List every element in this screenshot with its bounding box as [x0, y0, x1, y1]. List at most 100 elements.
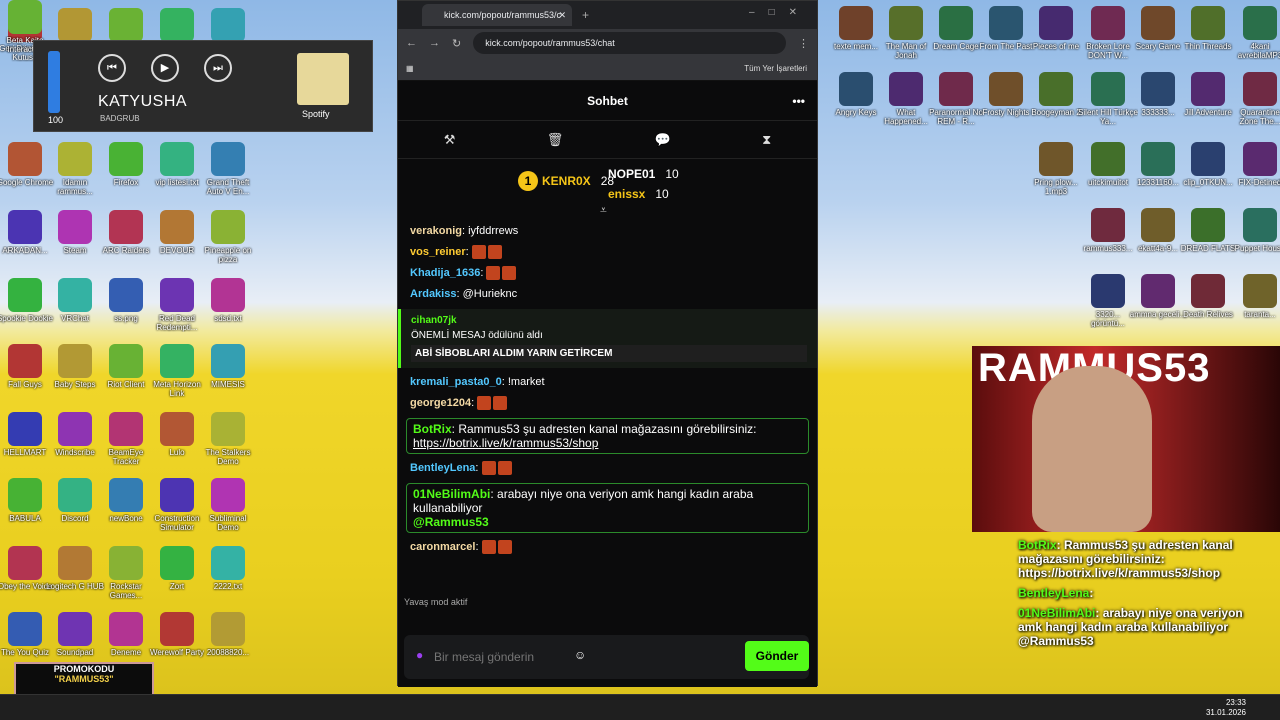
chat-username[interactable]: 01NeBilimAbi [413, 487, 490, 501]
emote [497, 461, 512, 476]
desktop-icon[interactable]: Pring plow... 1.mp3 [1026, 142, 1086, 196]
hammer-icon[interactable]: ⚒ [444, 132, 456, 148]
chat-input[interactable] [434, 645, 584, 669]
desktop-icon[interactable]: MIMESIS [198, 344, 258, 398]
chat-username[interactable]: vos_reiner [410, 246, 466, 258]
desktop-icon-label: 4kani avrebilaMP3 [1237, 42, 1280, 60]
next-icon[interactable]: ⏭ [204, 54, 232, 82]
app-icon [8, 0, 42, 34]
reward-user[interactable]: cihan07jk [411, 315, 807, 326]
chat-username[interactable]: Khadija_1636 [410, 267, 480, 279]
app-icon [989, 72, 1023, 106]
app-icon [58, 278, 92, 312]
spotify-label: Spotify [302, 109, 330, 119]
desktop-icon[interactable]: Thin Threads [1178, 6, 1238, 60]
trash-icon[interactable]: 🗑 [547, 132, 564, 148]
desktop-icon[interactable]: 20088820... [198, 612, 258, 666]
new-tab-icon[interactable]: + [582, 8, 589, 22]
app-icon [160, 546, 194, 580]
desktop-icon[interactable]: DREAD FLATS [1178, 208, 1238, 262]
chat-bubble-icon[interactable]: 💬 [655, 132, 671, 148]
address-bar-row: ← → ↻ kick.com/popout/rammus53/chat ⋮ [398, 29, 817, 57]
tab-title: kick.com/popout/rammus53/c [444, 10, 562, 20]
app-icon [160, 278, 194, 312]
overlay-user: 01NeBilimAbi [1018, 606, 1096, 620]
clock[interactable]: 23:33 31.01.2026 [1206, 698, 1246, 718]
menu-icon[interactable]: ⋮ [798, 37, 809, 50]
mention[interactable]: @Rammus53 [413, 515, 802, 529]
app-icon [58, 142, 92, 176]
apps-icon[interactable]: ▦ [406, 64, 414, 73]
desktop-icon[interactable]: Grand Theft Auto V En... [198, 142, 258, 196]
browser-tab[interactable]: kick.com/popout/rammus53/c ✕ [422, 4, 572, 26]
chat-menu-icon[interactable]: ••• [792, 81, 805, 121]
leaderboard-entry: 1 KENR0X 28 [518, 171, 614, 191]
app-icon [211, 278, 245, 312]
app-icon [211, 8, 245, 42]
send-button[interactable]: Gönder [745, 641, 809, 671]
previous-icon[interactable]: ⏮ [98, 54, 126, 82]
close-tab-icon[interactable]: ✕ [558, 4, 566, 26]
all-bookmarks[interactable]: Tüm Yer İşaretleri [744, 57, 807, 81]
desktop-icon[interactable]: Jill Adventure [1178, 72, 1238, 126]
desktop-icon[interactable]: sdsd.txt [198, 278, 258, 332]
desktop-icon-label: Death Relives [1183, 310, 1233, 319]
play-icon[interactable]: ▶ [151, 54, 179, 82]
desktop-icon[interactable]: taranta... [1230, 274, 1280, 328]
app-icon [1191, 208, 1225, 242]
emoji-icon[interactable]: ☺ [574, 648, 586, 662]
collapse-icon[interactable]: ⩡ [600, 203, 607, 218]
chat-username[interactable]: Ardakiss [410, 288, 456, 300]
app-icon [160, 612, 194, 646]
app-icon [8, 210, 42, 244]
leaderboard-name: NOPE01 [608, 167, 656, 181]
overlay-message: BentleyLena: [1018, 586, 1094, 600]
forward-icon[interactable]: → [429, 37, 440, 49]
reload-icon[interactable]: ↻ [452, 37, 461, 50]
desktop-icon[interactable]: Pineapple on pizza [198, 210, 258, 264]
volume-bar[interactable] [48, 51, 60, 113]
chat-username[interactable]: verakonig [410, 225, 462, 237]
desktop-icon[interactable]: Quarantine Zone The... [1230, 72, 1280, 126]
mic-icon[interactable]: ● [416, 648, 423, 662]
desktop-icon[interactable]: Puppet House [1230, 208, 1280, 262]
desktop-icon[interactable]: Subliminal Demo [198, 478, 258, 532]
window-controls[interactable]: –□✕ [749, 7, 811, 18]
chat-username[interactable]: BentleyLena [410, 462, 475, 474]
hourglass-icon[interactable]: ⧗ [762, 132, 771, 148]
chat-username[interactable]: george1204 [410, 397, 471, 409]
chat-input-bar: ● ☺ Gönder [404, 635, 809, 679]
reward-highlight: cihan07jk ÖNEMLİ MESAJ ödülünü aldı ABİ Sİ… [398, 309, 817, 368]
url-field[interactable]: kick.com/popout/rammus53/chat [473, 32, 786, 54]
desktop-icon[interactable]: 4kani avrebilaMP3 [1230, 6, 1280, 60]
desktop-icon[interactable]: Death Relives [1178, 274, 1238, 328]
desktop-icon[interactable]: FIX-Detined [1230, 142, 1280, 196]
desktop-icon[interactable]: clip_0TKUN... [1178, 142, 1238, 196]
overlay-link: https://botrix.live/k/rammus53/shop [1018, 566, 1221, 580]
desktop-icon[interactable]: Boogeyman 2 [1026, 72, 1086, 126]
desktop-icon[interactable]: Pieces of me [1026, 6, 1086, 60]
desktop-icon[interactable]: 2222.txt [198, 546, 258, 600]
emote [497, 540, 512, 555]
chat-username[interactable]: BotRix [413, 422, 452, 436]
emote [486, 266, 501, 281]
shop-link[interactable]: https://botrix.live/k/rammus53/shop [413, 436, 802, 450]
tab-bar: kick.com/popout/rammus53/c ✕ + –□✕ [398, 1, 817, 29]
app-icon [1191, 142, 1225, 176]
chat-message: Khadija_1636: [398, 263, 817, 284]
song-title: KATYUSHA [98, 93, 188, 110]
overlay-user: BentleyLena [1018, 586, 1090, 600]
chat-message: caronmarcel: [398, 537, 817, 558]
chat-header: Sohbet ••• [398, 81, 817, 121]
chat-username[interactable]: kremali_pasta0_0 [410, 376, 502, 388]
chat-username[interactable]: caronmarcel [410, 541, 475, 553]
app-icon [160, 344, 194, 378]
overlay-user: BotRix [1018, 538, 1057, 552]
chat-text: iyfddrrews [468, 225, 519, 237]
app-icon [109, 344, 143, 378]
webcam-overlay: RAMMUS53 [972, 346, 1280, 532]
emote [477, 396, 492, 411]
desktop-icon[interactable]: The Stalkers Demo [198, 412, 258, 466]
back-icon[interactable]: ← [406, 37, 417, 49]
desktop-icon-label: FIX-Detined [1238, 178, 1280, 187]
